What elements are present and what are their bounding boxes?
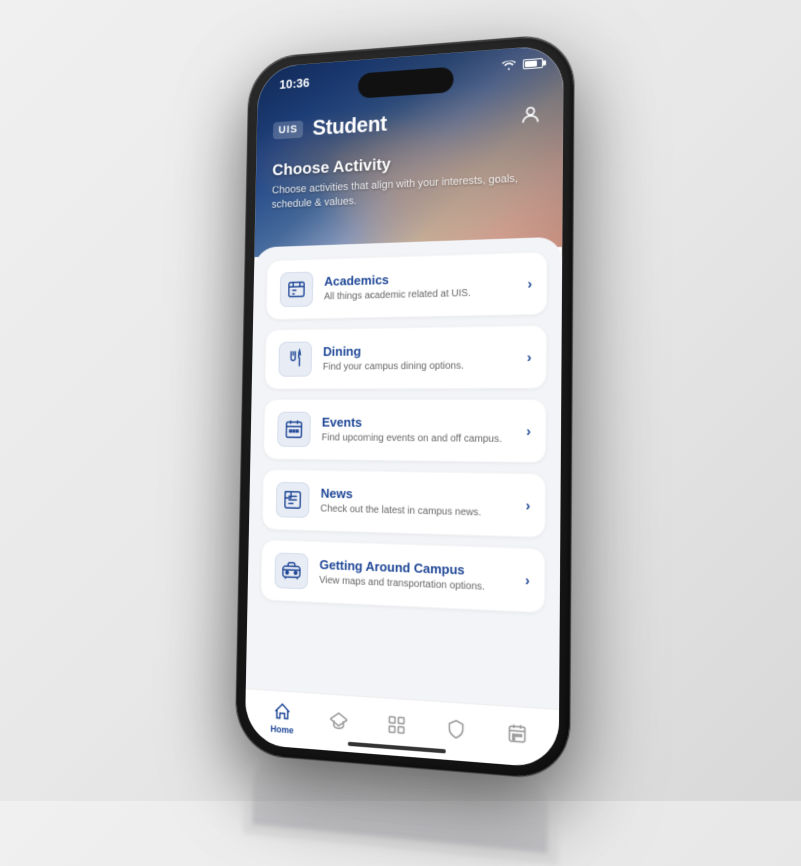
menu-item-dining[interactable]: Dining Find your campus dining options. … [264, 324, 547, 388]
academics-label: Academics [324, 268, 515, 288]
transit-icon [281, 559, 302, 582]
choose-activity-section: Choose Activity Choose activities that a… [271, 146, 544, 213]
news-text: News Check out the latest in campus news… [320, 485, 513, 520]
home-nav-label: Home [270, 723, 293, 735]
nav-home[interactable]: Home [254, 698, 310, 736]
apps-nav-icon [385, 712, 407, 736]
news-icon-wrap [275, 481, 309, 517]
menu-item-academics[interactable]: Academics All things academic related at… [265, 251, 547, 320]
academics-icon-wrap [279, 271, 313, 307]
calendar-nav-icon [505, 720, 528, 745]
news-icon [282, 488, 303, 510]
phone-body: 10:36 [235, 33, 573, 780]
nav-academics[interactable] [310, 707, 368, 735]
bottom-nav: Home [244, 688, 558, 768]
events-label: Events [321, 414, 513, 430]
academics-icon [286, 278, 307, 300]
choose-activity-title: Choose Activity [272, 146, 544, 180]
home-indicator [347, 741, 445, 753]
wifi-icon [501, 60, 515, 71]
menu-item-getting-around[interactable]: Getting Around Campus View maps and tran… [260, 539, 545, 613]
events-chevron: › [526, 422, 531, 439]
dining-desc: Find your campus dining options. [322, 359, 514, 373]
main-content: Academics All things academic related at… [245, 236, 561, 708]
phone-scene: 10:36 [235, 33, 573, 780]
battery-icon [522, 57, 542, 68]
events-desc: Find upcoming events on and off campus. [321, 431, 513, 446]
news-label: News [320, 485, 513, 504]
transit-icon-wrap [274, 552, 308, 589]
menu-item-news[interactable]: News Check out the latest in campus news… [261, 468, 545, 537]
events-text: Events Find upcoming events on and off c… [321, 414, 514, 445]
status-time: 10:36 [279, 75, 309, 91]
news-desc: Check out the latest in campus news. [320, 502, 513, 520]
profile-icon[interactable] [516, 99, 545, 129]
getting-around-desc: View maps and transportation options. [319, 573, 513, 594]
events-icon [283, 418, 304, 440]
menu-item-events[interactable]: Events Find upcoming events on and off c… [263, 398, 546, 462]
dining-text: Dining Find your campus dining options. [322, 341, 514, 373]
nav-apps[interactable] [367, 711, 426, 740]
shield-nav-icon [444, 716, 466, 740]
academics-nav-icon [328, 708, 349, 732]
phone-screen: 10:36 [244, 44, 563, 768]
dining-label: Dining [322, 341, 514, 358]
status-icons [501, 57, 542, 70]
dining-icon [284, 348, 305, 370]
getting-around-text: Getting Around Campus View maps and tran… [319, 557, 513, 595]
uis-logo: UIS [272, 120, 303, 139]
events-icon-wrap [277, 411, 311, 446]
dining-chevron: › [526, 348, 531, 364]
home-nav-icon [271, 699, 292, 722]
news-chevron: › [525, 496, 530, 513]
getting-around-chevron: › [524, 571, 529, 588]
academics-chevron: › [527, 275, 532, 291]
dining-icon-wrap [278, 341, 312, 376]
nav-shield[interactable] [425, 715, 486, 744]
nav-calendar[interactable] [486, 719, 548, 749]
academics-text: Academics All things academic related at… [323, 268, 514, 303]
header-app-title: Student [312, 111, 387, 141]
